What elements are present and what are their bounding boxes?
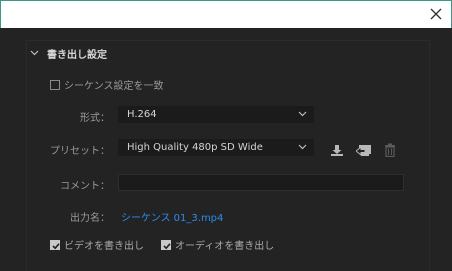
checkmark-icon bbox=[163, 242, 171, 249]
match-sequence-checkbox[interactable] bbox=[50, 79, 60, 90]
delete-preset-icon[interactable] bbox=[384, 143, 396, 160]
format-label: 形式： bbox=[80, 113, 110, 124]
close-icon[interactable] bbox=[429, 7, 443, 21]
checkmark-icon bbox=[52, 242, 60, 249]
format-select[interactable]: H.264 bbox=[118, 106, 314, 123]
export-video-label: ビデオを書き出し bbox=[64, 241, 144, 252]
save-preset-icon[interactable] bbox=[330, 144, 344, 160]
comment-label: コメント： bbox=[60, 181, 110, 192]
preset-actions bbox=[330, 143, 408, 160]
match-sequence-label: シーケンス設定を一致 bbox=[64, 81, 164, 92]
comment-input[interactable] bbox=[118, 174, 404, 191]
chevron-down-icon[interactable] bbox=[30, 50, 39, 56]
export-settings-header[interactable]: 書き出し設定 bbox=[30, 46, 107, 61]
export-audio-checkbox[interactable] bbox=[161, 239, 171, 250]
export-audio-label: オーディオを書き出し bbox=[175, 241, 275, 252]
import-preset-icon[interactable] bbox=[355, 144, 372, 160]
match-sequence-settings[interactable]: シーケンス設定を一致 bbox=[50, 77, 164, 92]
format-value: H.264 bbox=[127, 109, 157, 120]
export-audio-option[interactable]: オーディオを書き出し bbox=[161, 237, 274, 252]
export-settings-panel: 書き出し設定 シーケンス設定を一致 形式： H.264 プリセット： High … bbox=[0, 28, 452, 271]
preset-value: High Quality 480p SD Wide bbox=[127, 142, 263, 153]
output-name-label: 出力名： bbox=[70, 213, 110, 224]
export-video-option[interactable]: ビデオを書き出し bbox=[50, 237, 144, 252]
output-name-link[interactable]: シーケンス 01_3.mp4 bbox=[121, 209, 223, 224]
preset-select[interactable]: High Quality 480p SD Wide bbox=[118, 139, 314, 156]
export-video-checkbox[interactable] bbox=[50, 239, 60, 250]
chevron-down-icon bbox=[298, 144, 307, 150]
section-title: 書き出し設定 bbox=[47, 49, 107, 61]
preset-label: プリセット： bbox=[50, 146, 110, 157]
chevron-down-icon bbox=[298, 111, 307, 117]
dialog-titlebar bbox=[0, 0, 452, 28]
